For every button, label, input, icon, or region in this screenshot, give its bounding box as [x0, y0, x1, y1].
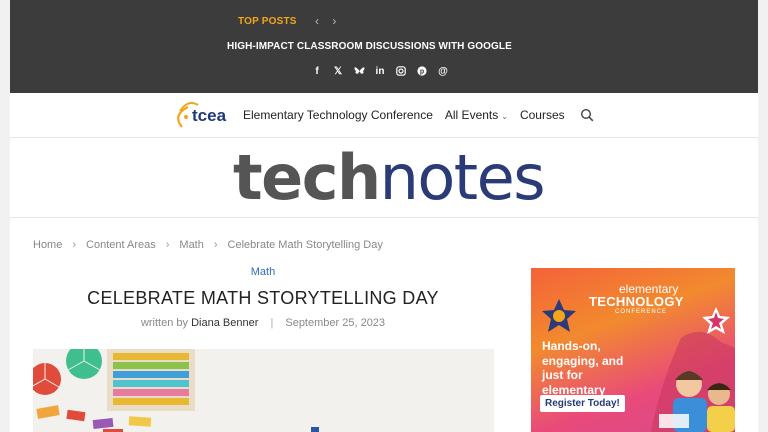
pinterest-icon[interactable]: p	[415, 64, 429, 78]
ad-subtitle: CONFERENCE	[615, 309, 668, 315]
top-posts-label: TOP POSTS	[238, 16, 297, 27]
facebook-icon[interactable]: f	[310, 64, 324, 78]
breadcrumb-separator-icon: ›	[165, 239, 170, 251]
nav-item-courses[interactable]: Courses	[520, 108, 565, 122]
breadcrumb-math[interactable]: Math	[179, 239, 203, 251]
nav-item-all-events-label: All Events	[444, 108, 499, 122]
instagram-icon[interactable]	[394, 64, 408, 78]
top-bar: TOP POSTS ‹ › HIGH-IMPACT CLASSROOM DISC…	[10, 0, 758, 93]
top-post-headline-link[interactable]: HIGH-IMPACT CLASSROOM DISCUSSIONS WITH G…	[227, 41, 512, 52]
threads-icon[interactable]: @	[436, 64, 450, 78]
technotes-logo[interactable]: technotes	[233, 141, 546, 214]
register-today-button[interactable]: Register Today!	[540, 395, 625, 412]
breadcrumb-current: Celebrate Math Storytelling Day	[227, 239, 383, 251]
technotes-logo-notes: notes	[379, 141, 546, 214]
svg-text:p: p	[420, 69, 424, 76]
linkedin-icon[interactable]: in	[373, 64, 387, 78]
chevron-down-icon: ⌄	[501, 112, 508, 121]
tcea-logo-text: tcea	[192, 106, 227, 125]
chevron-right-icon[interactable]: ›	[327, 14, 341, 28]
chevron-left-icon[interactable]: ‹	[310, 14, 324, 28]
technotes-logo-tech: tech	[233, 141, 381, 214]
breadcrumb-separator-icon: ›	[72, 239, 77, 251]
search-icon[interactable]	[580, 108, 594, 122]
nav-items: Elementary Technology Conference All Eve…	[243, 108, 565, 122]
breadcrumb-separator-icon: ›	[213, 239, 218, 251]
nav-item-elementary-technology-conference[interactable]: Elementary Technology Conference	[243, 108, 433, 122]
top-posts-nav: ‹ ›	[310, 14, 341, 28]
bluesky-icon[interactable]	[352, 64, 366, 78]
nav-item-all-events[interactable]: All Events ⌄	[445, 108, 508, 122]
main-nav: tcea Elementary Technology Conference Al…	[10, 93, 758, 138]
article-title: CELEBRATE MATH STORYTELLING DAY	[87, 288, 439, 308]
x-icon[interactable]: 𝕏	[331, 64, 345, 78]
social-links: f 𝕏 in p @	[310, 64, 450, 78]
breadcrumb: Home › Content Areas › Math › Celebrate …	[33, 239, 383, 251]
featured-image	[33, 349, 494, 432]
author-link[interactable]: Diana Benner	[191, 317, 258, 329]
byline-prefix: written by	[140, 317, 189, 329]
article-category-link[interactable]: Math	[10, 266, 516, 278]
breadcrumb-home[interactable]: Home	[33, 239, 62, 251]
article-byline: written by Diana Benner | September 25, …	[10, 317, 516, 329]
masthead: technotes	[10, 138, 758, 218]
breadcrumb-content-areas[interactable]: Content Areas	[86, 239, 156, 251]
byline-divider: |	[270, 317, 274, 329]
tcea-logo[interactable]: tcea	[174, 97, 234, 133]
article-date: September 25, 2023	[285, 317, 386, 329]
page: TOP POSTS ‹ › HIGH-IMPACT CLASSROOM DISC…	[10, 0, 758, 432]
conference-ad[interactable]: elementary TECHNOLOGY CONFERENCE Hands-o…	[531, 268, 735, 432]
ad-title: TECHNOLOGY	[589, 294, 684, 309]
